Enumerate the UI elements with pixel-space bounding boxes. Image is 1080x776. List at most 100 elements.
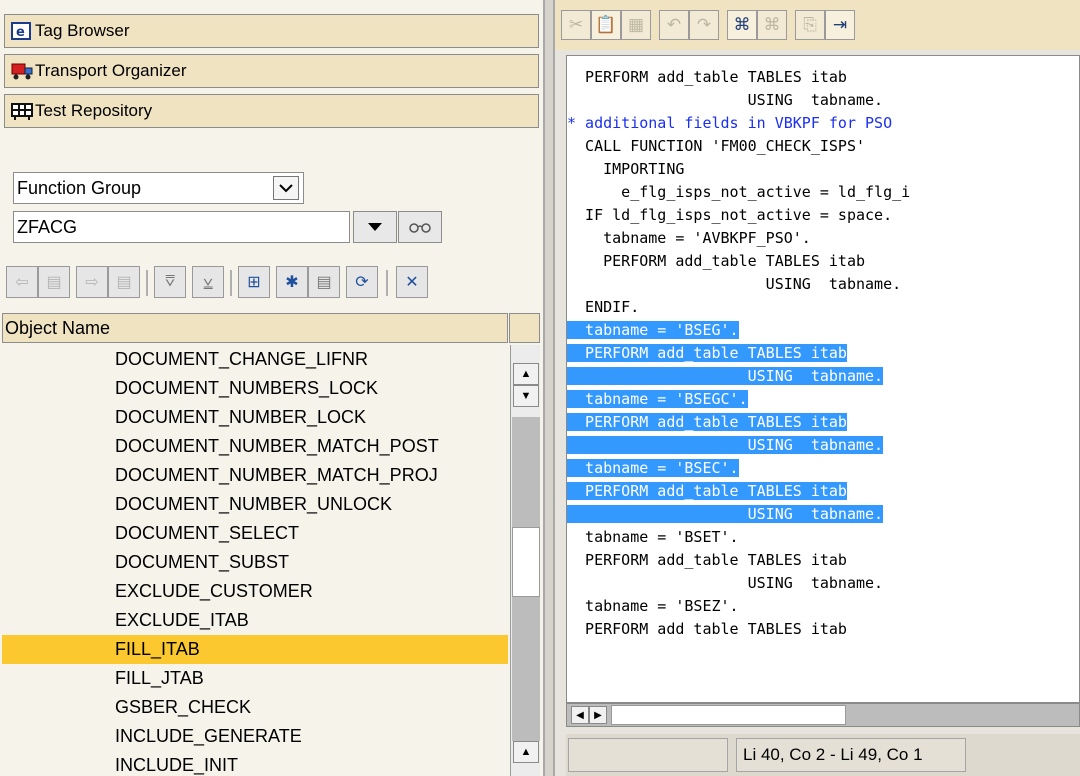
list-item[interactable]: EXCLUDE_CUSTOMER: [2, 577, 508, 606]
list-item[interactable]: INCLUDE_INIT: [2, 751, 508, 776]
list-item[interactable]: DOCUMENT_NUMBER_UNLOCK: [2, 490, 508, 519]
code-line: IF ld_flg_isps_not_active = space.: [567, 206, 893, 224]
code-line: PERFORM add table TABLES itab: [567, 620, 847, 638]
export-button[interactable]: ⇥: [825, 10, 855, 40]
paste-icon: ▦: [627, 15, 645, 34]
svg-text:e: e: [16, 25, 25, 40]
chevron-down-icon[interactable]: [273, 176, 299, 200]
copy-icon: 📋: [595, 15, 617, 34]
code-line: USING tabname.: [567, 91, 884, 109]
scroll-down-button[interactable]: ▼: [513, 385, 539, 407]
forward-list-button[interactable]: ▤: [108, 266, 140, 298]
close-button[interactable]: ✕: [396, 266, 428, 298]
code-line: CALL FUNCTION 'FM00_CHECK_ISPS': [567, 137, 866, 155]
code-line-selected: PERFORM add_table TABLES itab: [567, 344, 847, 362]
binoculars-next-icon: ⌘: [763, 15, 781, 34]
display-button[interactable]: [398, 211, 442, 243]
test-repository-button[interactable]: Test Repository: [4, 94, 539, 128]
transport-organizer-button[interactable]: Transport Organizer: [4, 54, 539, 88]
code-line: e_flg_isps_not_active = ld_flg_i: [567, 183, 911, 201]
refresh-icon: ⟳: [355, 274, 369, 291]
history-dropdown-button[interactable]: [353, 211, 397, 243]
triangle-up-icon: ▲: [520, 746, 532, 758]
arrow-left-icon: ⇦: [15, 274, 29, 291]
asterisk-icon: ✱: [285, 274, 299, 291]
tag-browser-label: Tag Browser: [35, 21, 130, 40]
scroll-up-button[interactable]: ▲: [513, 741, 539, 763]
list-item[interactable]: DOCUMENT_NUMBER_MATCH_PROJ: [2, 461, 508, 490]
editor-toolbar: ✂ 📋 ▦ ↶ ↷ ⌘ ⌘ ⎘ ⇥: [555, 0, 1080, 50]
scrollbar-thumb[interactable]: [611, 705, 846, 725]
list-icon: ▤: [46, 274, 62, 291]
object-name-column-header[interactable]: Object Name: [2, 313, 508, 343]
insert-button[interactable]: ⎘: [795, 10, 825, 40]
close-icon: ✕: [405, 274, 419, 291]
insert-icon: ⎘: [803, 15, 817, 34]
scroll-right-button[interactable]: ▶: [589, 706, 607, 724]
expand-button[interactable]: ⩢: [154, 266, 186, 298]
right-pane: ✂ 📋 ▦ ↶ ↷ ⌘ ⌘ ⎘ ⇥ PERFORM add_table TABL…: [555, 0, 1080, 776]
code-line-selected: USING tabname.: [567, 436, 884, 454]
find-next-button[interactable]: ⌘: [757, 10, 787, 40]
forward-button[interactable]: ⇨: [76, 266, 108, 298]
binoculars-icon: ⌘: [733, 15, 751, 34]
status-cell-empty: [568, 738, 728, 772]
list-item[interactable]: FILL_JTAB: [2, 664, 508, 693]
code-comment-line: * additional fields in VBKPF for PSO: [567, 114, 893, 132]
back-list-button[interactable]: ▤: [38, 266, 70, 298]
code-line-selected: USING tabname.: [567, 367, 884, 385]
list-item[interactable]: DOCUMENT_NUMBER_MATCH_POST: [2, 432, 508, 461]
expand-icon: ⩢: [165, 273, 175, 290]
hierarchy-icon: ⊞: [247, 274, 261, 291]
scrollbar-thumb[interactable]: [512, 527, 540, 597]
object-list-scrollbar[interactable]: ▲ ▼ ▲: [510, 345, 540, 776]
scroll-up-button[interactable]: ▲: [513, 363, 539, 385]
object-list: DOCUMENT_CHANGE_LIFNR DOCUMENT_NUMBERS_L…: [2, 345, 508, 776]
paste-button[interactable]: ▦: [621, 10, 651, 40]
code-line-selected: tabname = 'BSEC'.: [567, 459, 739, 477]
editor-horizontal-scrollbar[interactable]: ◀ ▶: [566, 703, 1080, 727]
find-button[interactable]: ⌘: [727, 10, 757, 40]
scrollbar-track[interactable]: [512, 597, 540, 741]
tag-browser-button[interactable]: e Tag Browser: [4, 14, 539, 48]
list-item[interactable]: DOCUMENT_NUMBER_LOCK: [2, 403, 508, 432]
object-type-select[interactable]: Function Group: [13, 172, 304, 204]
collapse-button[interactable]: ⩣: [192, 266, 224, 298]
scroll-left-button[interactable]: ◀: [571, 706, 589, 724]
triangle-left-icon: ◀: [576, 709, 584, 721]
object-name-input[interactable]: ZFACG: [13, 211, 350, 243]
list-icon: ▤: [316, 274, 332, 291]
undo-button[interactable]: ↶: [659, 10, 689, 40]
refresh-button[interactable]: ⟳: [346, 266, 378, 298]
code-line: tabname = 'BSEZ'.: [567, 597, 739, 615]
back-button[interactable]: ⇦: [6, 266, 38, 298]
list-item[interactable]: DOCUMENT_NUMBERS_LOCK: [2, 374, 508, 403]
code-line: PERFORM add_table TABLES itab: [567, 68, 847, 86]
cut-button[interactable]: ✂: [561, 10, 591, 40]
code-line: USING tabname.: [567, 574, 884, 592]
list-item[interactable]: GSBER_CHECK: [2, 693, 508, 722]
truck-icon: [11, 61, 33, 81]
code-editor[interactable]: PERFORM add_table TABLES itab USING tabn…: [566, 55, 1080, 703]
list-item[interactable]: DOCUMENT_SUBST: [2, 548, 508, 577]
hierarchy-button[interactable]: ⊞: [238, 266, 270, 298]
list-item[interactable]: DOCUMENT_CHANGE_LIFNR: [2, 345, 508, 374]
pane-splitter[interactable]: [543, 0, 555, 776]
list-item-selected[interactable]: FILL_ITAB: [2, 635, 508, 664]
tag-browser-icon: e: [11, 21, 33, 41]
redo-button[interactable]: ↷: [689, 10, 719, 40]
code-line: ENDIF.: [567, 298, 640, 316]
triangle-right-icon: ▶: [594, 709, 602, 721]
copy-button[interactable]: 📋: [591, 10, 621, 40]
scrollbar-track[interactable]: [512, 417, 540, 527]
test-repository-icon: [11, 101, 33, 121]
cursor-position-status: Li 40, Co 2 - Li 49, Co 1: [736, 738, 966, 772]
list-item[interactable]: DOCUMENT_SELECT: [2, 519, 508, 548]
select-button[interactable]: ✱: [276, 266, 308, 298]
code-line-selected: PERFORM add_table TABLES itab: [567, 413, 847, 431]
select-list-button[interactable]: ▤: [308, 266, 340, 298]
list-item[interactable]: INCLUDE_GENERATE: [2, 722, 508, 751]
code-line: IMPORTING: [567, 160, 685, 178]
list-item[interactable]: EXCLUDE_ITAB: [2, 606, 508, 635]
tree-toolbar: ⇦ ▤ ⇨ ▤ ⩢ ⩣ ⊞ ✱ ▤ ⟳ ✕: [6, 266, 526, 302]
